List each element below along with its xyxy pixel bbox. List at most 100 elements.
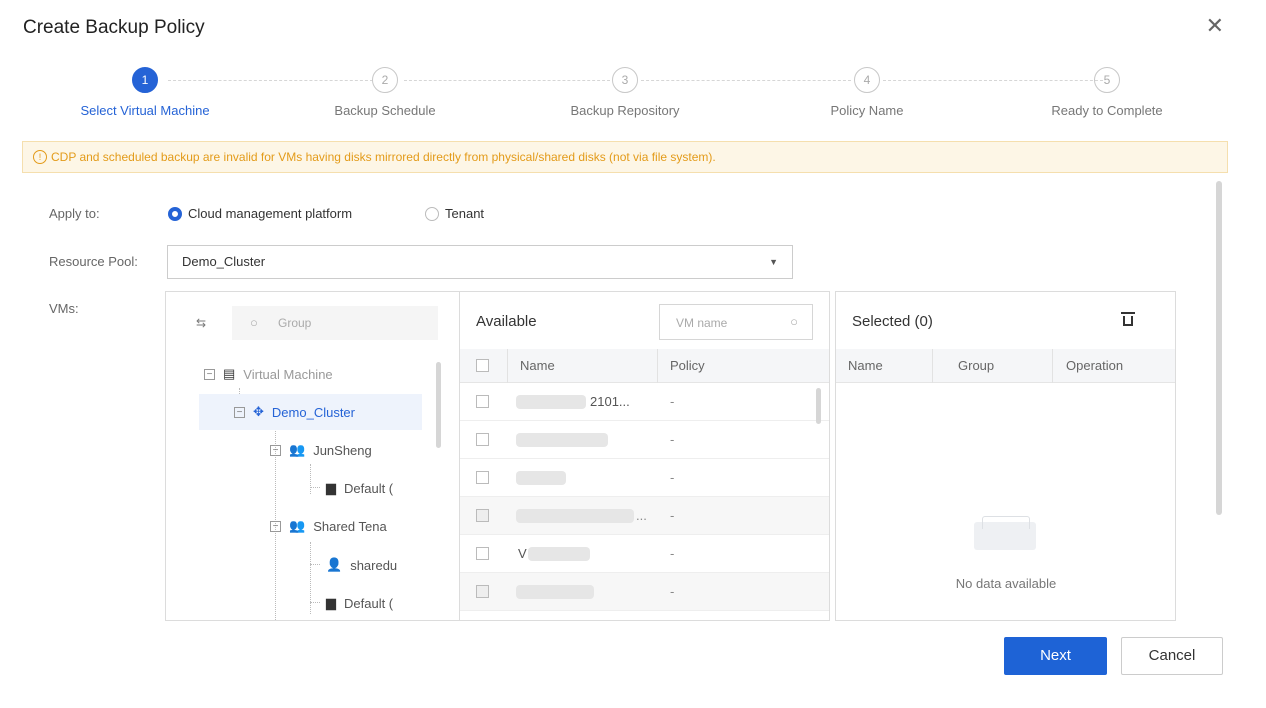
search-icon: ○ (250, 315, 258, 330)
step-backup-repository[interactable]: 3 Backup Repository (525, 67, 725, 118)
row-checkbox[interactable] (476, 509, 489, 522)
redacted-name (516, 471, 566, 485)
tree-node-shared-tenant[interactable]: − 👥 Shared Tena (270, 518, 387, 534)
selected-table-header: Name Group Operation (836, 349, 1175, 383)
vm-name: 2101... (590, 394, 630, 409)
step-label: Policy Name (830, 103, 904, 118)
row-checkbox[interactable] (476, 433, 489, 446)
next-button[interactable]: Next (1004, 637, 1107, 675)
step-ready-to-complete[interactable]: 5 Ready to Complete (1007, 67, 1207, 118)
tree-node-label: Virtual Machine (243, 366, 333, 382)
info-icon: ! (33, 150, 47, 164)
collapse-icon[interactable]: − (270, 444, 281, 456)
dialog-scrollbar[interactable] (1216, 181, 1222, 515)
select-all-checkbox[interactable] (476, 359, 489, 372)
step-policy-name[interactable]: 4 Policy Name (767, 67, 967, 118)
column-header-group: Group (958, 358, 995, 373)
close-icon[interactable]: ✕ (1206, 13, 1224, 39)
radio-dot (425, 206, 439, 221)
wizard-steps: 1 Select Virtual Machine 2 Backup Schedu… (10, 67, 1246, 127)
tree-scrollbar[interactable] (436, 362, 441, 448)
folder-icon: ▆ (326, 595, 336, 610)
users-icon: 👥 (289, 518, 306, 533)
radio-label: Cloud management platform (188, 206, 353, 221)
tree-line (310, 542, 311, 614)
resource-pool-value: Demo_Cluster (182, 254, 266, 269)
step-label: Select Virtual Machine (80, 103, 210, 118)
tree-node-label: Demo_Cluster (271, 404, 355, 420)
column-divider (657, 349, 658, 383)
table-row[interactable]: ... - (460, 497, 829, 535)
tree-line (310, 464, 311, 494)
table-row[interactable]: - (460, 421, 829, 459)
step-backup-schedule[interactable]: 2 Backup Schedule (285, 67, 485, 118)
step-label: Ready to Complete (1051, 103, 1163, 118)
vm-name: ... (636, 508, 647, 523)
column-divider (1052, 349, 1053, 383)
row-checkbox[interactable] (476, 471, 489, 484)
table-row[interactable]: 2101... - (460, 383, 829, 421)
vms-label: VMs: (49, 301, 79, 316)
available-scrollbar[interactable] (816, 388, 821, 424)
vm-policy: - (670, 470, 675, 485)
step-number: 2 (372, 67, 398, 93)
group-search-input[interactable]: ○ Group (232, 306, 438, 340)
step-number: 1 (132, 67, 158, 93)
group-search-placeholder: Group (278, 316, 312, 330)
tree-node-label: sharedu (350, 557, 398, 573)
row-checkbox[interactable] (476, 547, 489, 560)
dialog-title: Create Backup Policy (23, 17, 205, 38)
redacted-name (528, 547, 590, 561)
cancel-button[interactable]: Cancel (1121, 637, 1223, 675)
radio-dot (168, 206, 182, 221)
tree-node-default-2[interactable]: ▆ Default ( (326, 595, 393, 611)
selected-vms-panel: Selected (0) Name Group Operation No dat… (835, 291, 1176, 621)
search-icon: ○ (790, 314, 798, 329)
step-label: Backup Repository (570, 103, 680, 118)
column-header-policy: Policy (670, 358, 705, 373)
warning-text: CDP and scheduled backup are invalid for… (51, 150, 716, 164)
vm-policy: - (670, 432, 675, 447)
step-number: 5 (1094, 67, 1120, 93)
tree-node-junsheng[interactable]: − 👥 JunSheng (270, 442, 372, 458)
available-vms-panel: Available VM name ○ Name Policy 2101... … (459, 291, 830, 621)
radio-tenant[interactable]: Tenant (425, 206, 484, 221)
table-row[interactable]: V - (460, 535, 829, 573)
apply-to-label: Apply to: (49, 206, 100, 221)
users-icon: 👥 (289, 442, 306, 457)
vm-policy: - (670, 508, 675, 523)
collapse-icon[interactable]: − (234, 406, 245, 418)
selected-title: Selected (0) (852, 313, 933, 330)
vm-name-search-input[interactable]: VM name ○ (659, 304, 813, 340)
tree-node-shareduser[interactable]: 👤 sharedu (326, 557, 397, 573)
tree-line (310, 487, 320, 488)
row-checkbox[interactable] (476, 585, 489, 598)
vm-policy: - (670, 394, 675, 409)
step-select-vm[interactable]: 1 Select Virtual Machine (45, 67, 245, 118)
redacted-name (516, 509, 634, 523)
resource-pool-select[interactable]: Demo_Cluster ▼ (167, 245, 793, 279)
vm-name: V (518, 546, 527, 561)
tree-node-label: Shared Tena (313, 518, 387, 534)
group-tree-panel: ⇆ ○ Group − ▤ Virtual Machine − ✥ Demo_C… (165, 291, 460, 621)
folder-icon: ▆ (326, 480, 336, 495)
vm-policy: - (670, 546, 675, 561)
collapse-icon[interactable]: − (270, 520, 281, 532)
empty-box-icon (974, 510, 1036, 550)
tree-node-virtual-machine[interactable]: − ▤ Virtual Machine (204, 366, 333, 382)
tree-line (310, 602, 320, 603)
table-row[interactable]: - (460, 459, 829, 497)
tree-node-default-1[interactable]: ▆ Default ( (326, 480, 393, 496)
empty-state-text: No data available (955, 576, 1057, 591)
tree-node-demo-cluster[interactable]: − ✥ Demo_Cluster (234, 404, 355, 420)
row-checkbox[interactable] (476, 395, 489, 408)
radio-cloud-management-platform[interactable]: Cloud management platform (168, 206, 352, 221)
collapse-icon[interactable]: − (204, 368, 215, 380)
radio-label: Tenant (445, 206, 485, 221)
redacted-name (516, 433, 608, 447)
tree-collapse-icon[interactable]: ⇆ (196, 316, 206, 330)
tree-node-label: Default ( (344, 480, 394, 496)
trash-icon[interactable] (1121, 312, 1135, 326)
table-row[interactable]: - (460, 573, 829, 611)
tree-node-label: Default ( (344, 595, 394, 611)
